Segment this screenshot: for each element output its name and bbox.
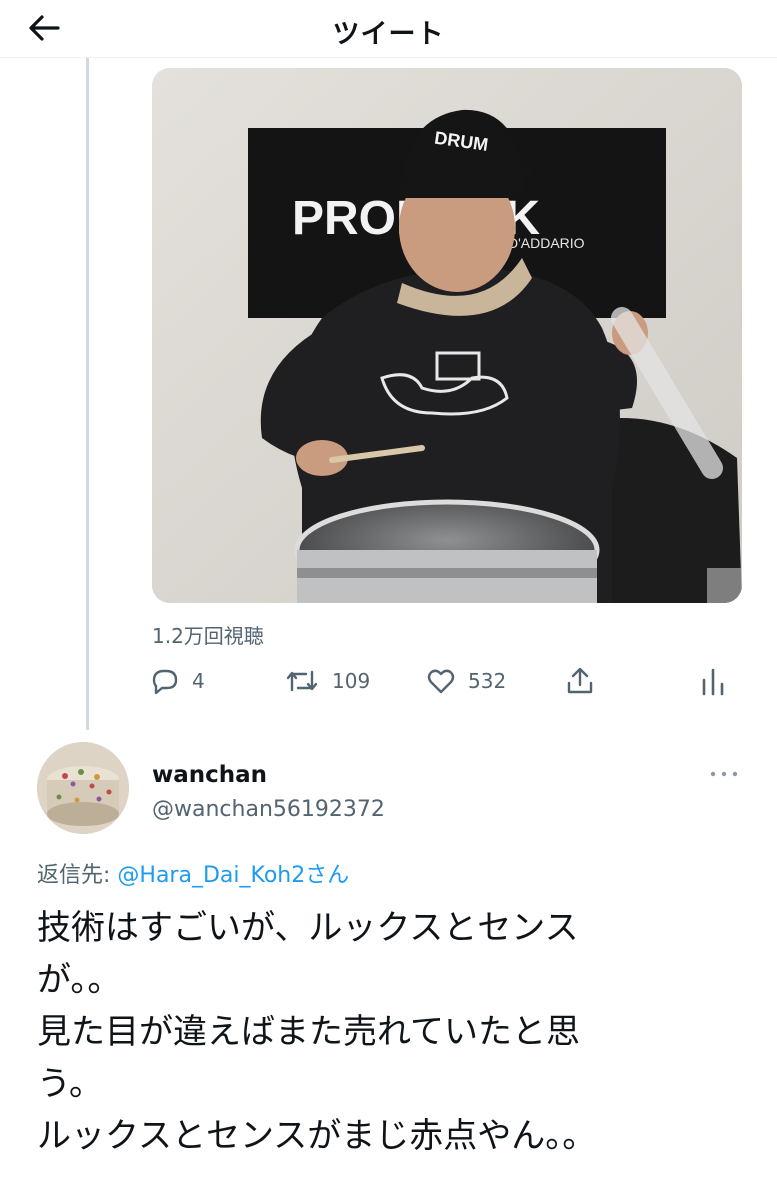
share-icon <box>567 667 593 694</box>
avatar[interactable] <box>37 742 129 834</box>
reply-to-mention: @Hara_Dai_Koh2 <box>117 863 306 888</box>
like-button[interactable]: 532 <box>426 664 506 698</box>
reply-count: 4 <box>192 669 205 693</box>
retweet-icon <box>286 670 318 692</box>
tweet-video[interactable]: PROMARK D'ADDARIO DRUM <box>152 68 742 603</box>
retweet-button[interactable]: 109 <box>284 664 370 698</box>
tweet-text: 技術はすごいが、ルックスとセンス が。。 見た目が違えばまた売れていたと思 う。… <box>37 908 597 1156</box>
page-title: ツイート <box>332 19 445 50</box>
more-horizontal-icon <box>710 771 738 777</box>
view-count: 1.2万回視聴 <box>152 624 264 648</box>
retweet-count: 109 <box>332 669 371 693</box>
user-display-name[interactable]: wanchan <box>152 762 267 788</box>
analytics-icon <box>702 668 724 696</box>
cake-avatar-image <box>37 742 129 834</box>
heart-icon <box>427 669 455 694</box>
thread-connector-line <box>86 58 89 730</box>
video-frame: PROMARK D'ADDARIO DRUM <box>152 68 742 603</box>
reply-icon <box>152 669 178 695</box>
banner-subtext: D'ADDARIO <box>508 235 585 251</box>
more-options-button[interactable] <box>708 764 740 784</box>
user-handle[interactable]: @wanchan56192372 <box>152 797 385 822</box>
analytics-button[interactable] <box>700 664 726 698</box>
replying-to: 返信先: @Hara_Dai_Koh2さん <box>37 857 349 889</box>
reply-to-prefix: 返信先: <box>37 863 118 888</box>
reply-to-mention-link[interactable]: @Hara_Dai_Koh2さん <box>117 863 349 888</box>
like-count: 532 <box>468 669 507 693</box>
top-bar: ツイート <box>0 0 777 58</box>
reply-button[interactable]: 4 <box>150 664 205 698</box>
share-button[interactable] <box>564 664 596 698</box>
reply-to-suffix: さん <box>305 863 350 888</box>
tweet-detail-screen: ツイート PROMARK D'ADDARIO <box>0 0 777 1200</box>
